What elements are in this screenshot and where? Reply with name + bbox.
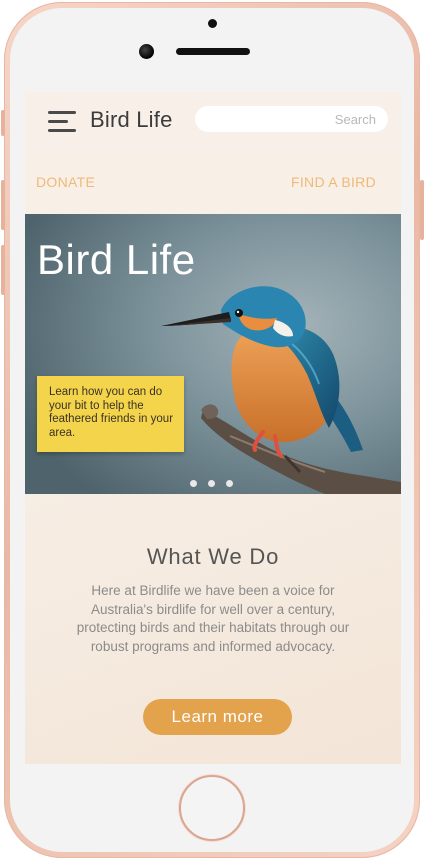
hamburger-menu-icon[interactable] <box>48 111 76 133</box>
phone-silent-switch <box>1 110 5 136</box>
phone-power-button <box>420 180 424 240</box>
phone-volume-down <box>1 245 5 295</box>
brand-title: Bird Life <box>90 107 173 132</box>
phone-volume-up <box>1 180 5 230</box>
carousel-dot-3[interactable] <box>226 480 233 487</box>
carousel-dots <box>190 474 244 487</box>
front-camera <box>139 44 154 59</box>
app-header: Bird Life <box>25 92 401 152</box>
hero-callout-card[interactable]: Learn how you can do your bit to help th… <box>37 376 184 452</box>
hero-title: Bird Life <box>37 236 196 283</box>
app-screen: Bird Life DONATE FIND A BIRD <box>25 92 401 764</box>
section-body: Here at Birdlife we have been a voice fo… <box>76 583 350 654</box>
hero-carousel[interactable]: Bird Life Learn how you can do your bit … <box>25 214 401 494</box>
learn-more-button[interactable]: Learn more <box>143 699 292 735</box>
search-input[interactable] <box>195 106 388 132</box>
carousel-dot-2[interactable] <box>208 480 215 487</box>
earpiece-speaker <box>176 48 250 55</box>
home-button[interactable] <box>179 775 245 841</box>
proximity-sensor <box>208 19 217 28</box>
find-a-bird-link[interactable]: FIND A BIRD <box>291 174 376 190</box>
top-nav: DONATE FIND A BIRD <box>25 152 401 214</box>
carousel-dot-1[interactable] <box>190 480 197 487</box>
what-we-do-section: What We Do Here at Birdlife we have been… <box>25 494 401 764</box>
section-heading: What We Do <box>146 544 280 569</box>
donate-link[interactable]: DONATE <box>36 174 95 190</box>
